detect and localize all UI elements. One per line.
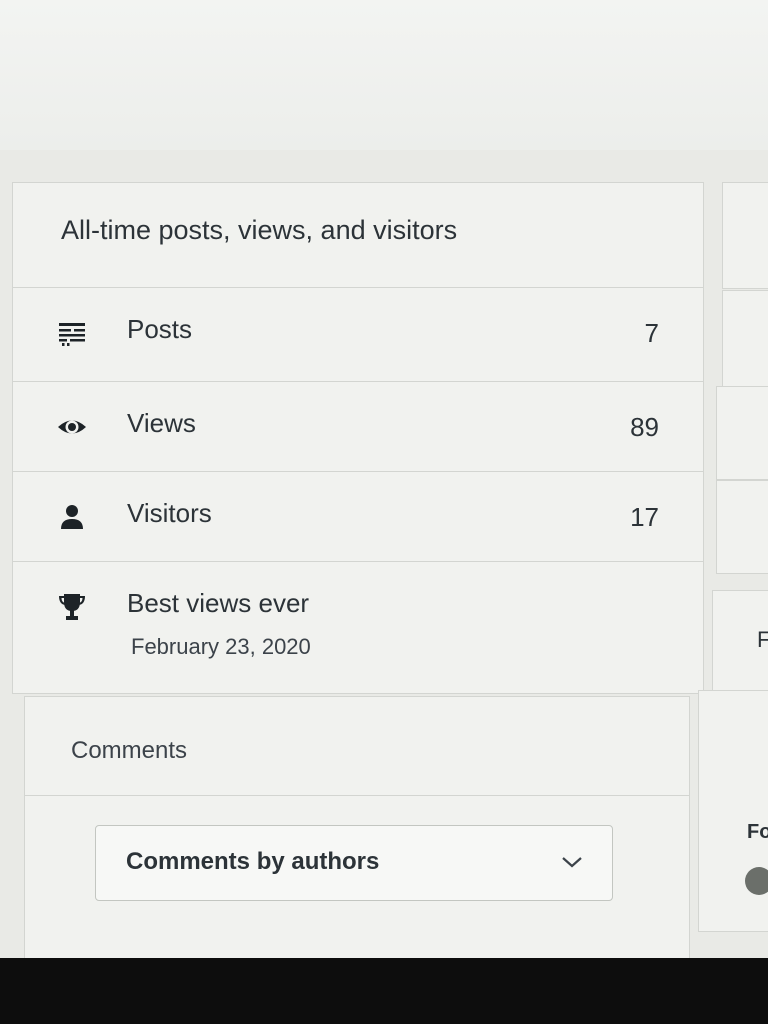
comments-filter-dropdown[interactable]: Comments by authors [95, 825, 613, 901]
side-card-partial [716, 480, 768, 574]
stats-row-views: Views 89 [13, 381, 703, 472]
posts-icon [59, 323, 85, 346]
screen-bezel [0, 958, 768, 1024]
side-card-partial [722, 290, 768, 387]
views-value: 89 [630, 412, 659, 442]
chevron-down-icon [562, 857, 582, 868]
trophy-icon [59, 594, 85, 620]
stats-row-best-views: Best views ever February 23, 2020 [13, 561, 703, 694]
dropdown-selected-value: Comments by authors [126, 848, 380, 875]
comments-card: Comments Comments by authors [24, 696, 690, 998]
side-card-partial: F [712, 590, 768, 692]
side-card-partial [722, 182, 768, 289]
side-partial-text: F [757, 627, 768, 652]
stats-row-posts: Posts 7 [13, 287, 703, 382]
person-icon [61, 505, 83, 529]
views-label: Views [127, 408, 196, 438]
visitors-label: Visitors [127, 498, 212, 528]
comments-title: Comments [71, 737, 188, 764]
side-partial-heading: Fo [747, 821, 768, 843]
visitors-value: 17 [630, 502, 659, 532]
avatar[interactable] [745, 867, 768, 895]
eye-icon [58, 420, 86, 434]
posts-label: Posts [127, 314, 193, 344]
comments-divider [25, 795, 689, 796]
side-card-partial [716, 386, 768, 480]
stats-row-visitors: Visitors 17 [13, 471, 703, 562]
screen-top-background [0, 0, 768, 150]
best-views-label: Best views ever [127, 588, 310, 618]
side-card-partial: Fo [698, 690, 768, 932]
card-title: All-time posts, views, and visitors [61, 215, 458, 245]
all-time-stats-card: All-time posts, views, and visitors Post… [12, 182, 704, 694]
posts-value: 7 [644, 318, 659, 348]
best-views-date: February 23, 2020 [131, 634, 311, 659]
